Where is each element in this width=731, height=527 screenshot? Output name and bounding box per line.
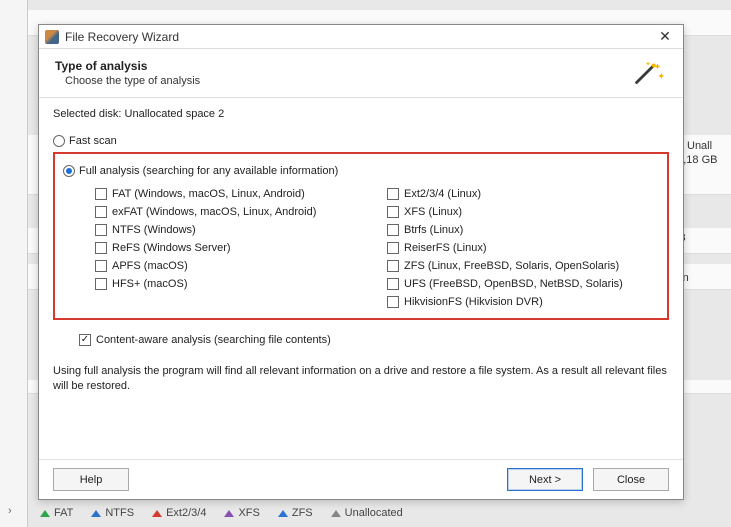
legend-item: FAT <box>40 507 73 519</box>
checkbox-icon <box>95 224 107 236</box>
legend-triangle-icon <box>40 510 50 517</box>
checkbox-hikvisionfs[interactable]: HikvisionFS (Hikvision DVR) <box>387 296 659 308</box>
checkbox-icon <box>387 188 399 200</box>
legend-item: Ext2/3/4 <box>152 507 206 519</box>
radio-icon <box>53 135 65 147</box>
checkbox-icon <box>387 260 399 272</box>
checkbox-fat[interactable]: FAT (Windows, macOS, Linux, Android) <box>95 188 367 200</box>
radio-fast-scan[interactable]: Fast scan <box>53 135 669 147</box>
checkbox-xfs[interactable]: XFS (Linux) <box>387 206 659 218</box>
legend-triangle-icon <box>224 510 234 517</box>
window-title: File Recovery Wizard <box>65 30 653 44</box>
help-button[interactable]: Help <box>53 468 129 491</box>
checkbox-icon <box>95 188 107 200</box>
content-aware-label: Content-aware analysis (searching file c… <box>96 334 331 346</box>
close-button[interactable]: Close <box>593 468 669 491</box>
legend-item: ZFS <box>278 507 313 519</box>
checkbox-reiserfs[interactable]: ReiserFS (Linux) <box>387 242 659 254</box>
checkbox-icon <box>95 278 107 290</box>
analysis-note: Using full analysis the program will fin… <box>53 364 669 395</box>
checkbox-content-aware[interactable]: ✓ Content-aware analysis (searching file… <box>79 334 669 346</box>
full-analysis-box: Full analysis (searching for any availab… <box>53 152 669 320</box>
wizard-dialog: File Recovery Wizard ✕ Type of analysis … <box>38 24 684 500</box>
legend-triangle-icon <box>152 510 162 517</box>
filesystem-grid: FAT (Windows, macOS, Linux, Android) exF… <box>63 180 659 308</box>
radio-full-analysis[interactable]: Full analysis (searching for any availab… <box>63 165 659 177</box>
radio-icon <box>63 165 75 177</box>
wand-icon <box>629 59 667 89</box>
selected-disk: Selected disk: Unallocated space 2 <box>53 108 669 120</box>
checkbox-zfs[interactable]: ZFS (Linux, FreeBSD, Solaris, OpenSolari… <box>387 260 659 272</box>
wizard-body: Selected disk: Unallocated space 2 Fast … <box>39 98 683 459</box>
wizard-header: Type of analysis Choose the type of anal… <box>39 49 683 98</box>
legend-item: Unallocated <box>331 507 403 519</box>
legend: FAT NTFS Ext2/3/4 XFS ZFS Unallocated <box>40 507 403 519</box>
checkbox-apfs[interactable]: APFS (macOS) <box>95 260 367 272</box>
legend-triangle-icon <box>278 510 288 517</box>
checkbox-icon <box>95 260 107 272</box>
checkbox-btrfs[interactable]: Btrfs (Linux) <box>387 224 659 236</box>
titlebar: File Recovery Wizard ✕ <box>39 25 683 49</box>
checkbox-icon <box>387 296 399 308</box>
next-button[interactable]: Next > <box>507 468 583 491</box>
checkbox-ntfs[interactable]: NTFS (Windows) <box>95 224 367 236</box>
checkbox-icon <box>387 242 399 254</box>
legend-item: NTFS <box>91 507 134 519</box>
checkbox-exfat[interactable]: exFAT (Windows, macOS, Linux, Android) <box>95 206 367 218</box>
legend-item: XFS <box>224 507 259 519</box>
checkbox-refs[interactable]: ReFS (Windows Server) <box>95 242 367 254</box>
checkbox-ufs[interactable]: UFS (FreeBSD, OpenBSD, NetBSD, Solaris) <box>387 278 659 290</box>
bg-disk-label: Unall <box>687 140 712 152</box>
full-analysis-label: Full analysis (searching for any availab… <box>79 165 338 177</box>
checkbox-icon <box>95 242 107 254</box>
checkbox-icon <box>95 206 107 218</box>
legend-triangle-icon <box>331 510 341 517</box>
page-title: Type of analysis <box>55 59 629 73</box>
checkbox-icon <box>387 206 399 218</box>
checkbox-icon: ✓ <box>79 334 91 346</box>
checkbox-hfsplus[interactable]: HFS+ (macOS) <box>95 278 367 290</box>
close-icon[interactable]: ✕ <box>653 28 677 45</box>
page-subtitle: Choose the type of analysis <box>55 75 629 87</box>
legend-triangle-icon <box>91 510 101 517</box>
chevron-right-icon[interactable]: › <box>8 505 12 517</box>
app-icon <box>45 30 59 44</box>
wizard-footer: Help Next > Close <box>39 459 683 499</box>
checkbox-icon <box>387 278 399 290</box>
bg-sidebar <box>0 0 28 527</box>
checkbox-icon <box>387 224 399 236</box>
checkbox-ext[interactable]: Ext2/3/4 (Linux) <box>387 188 659 200</box>
fast-scan-label: Fast scan <box>69 135 117 147</box>
